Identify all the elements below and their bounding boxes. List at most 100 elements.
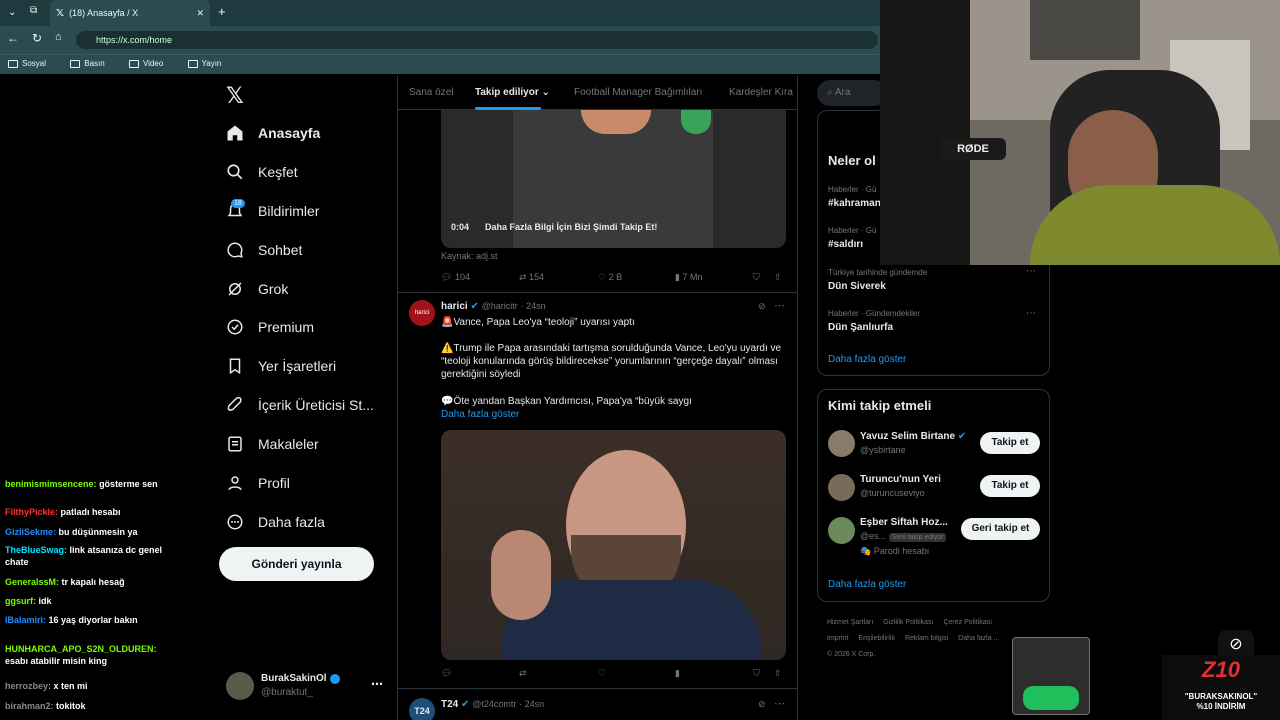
trend-item[interactable]: #saldırı xyxy=(828,239,863,250)
grok-icon[interactable]: ⊘ xyxy=(758,699,766,710)
nav-bookmarks[interactable]: Yer İşaretleri xyxy=(226,357,336,375)
repost-button[interactable]: ⇄ 154 xyxy=(519,272,544,283)
nav-articles[interactable]: Makaleler xyxy=(226,435,319,453)
bookmark-button[interactable]: ⛉ xyxy=(753,668,760,679)
footer-link[interactable]: Hizmet Şartları xyxy=(827,619,873,626)
x-logo-icon[interactable]: 𝕏 xyxy=(226,83,244,109)
tab-football-manager[interactable]: Football Manager Bağımlıları xyxy=(574,87,702,98)
tweet-video[interactable]: 0:04 Daha Fazla Bilgi İçin Bizi Şimdi Ta… xyxy=(441,110,786,248)
url-input[interactable]: https://x.com/home xyxy=(76,31,878,49)
home-icon[interactable]: ⌂ xyxy=(55,31,62,43)
chat-username[interactable]: herrozbey: xyxy=(5,681,51,691)
trend-item[interactable]: #kahraman xyxy=(828,198,881,209)
user-avatar[interactable] xyxy=(828,517,855,544)
follow-button[interactable]: Takip et xyxy=(980,432,1040,454)
show-more-link[interactable]: Daha fazla göster xyxy=(441,408,519,421)
back-icon[interactable]: ← xyxy=(7,31,19,45)
grok-icon[interactable]: ⊘ xyxy=(758,301,766,312)
folder-icon xyxy=(128,59,139,68)
user-avatar[interactable] xyxy=(828,430,855,457)
account-avatar[interactable] xyxy=(226,672,254,700)
close-tab-icon[interactable]: ✕ xyxy=(196,8,204,19)
chat-username[interactable]: GeneralssM: xyxy=(5,577,59,587)
bookmarks-bar: Sosyal Basın Video Yayın xyxy=(0,54,880,74)
footer-link[interactable]: Reklam bilgisi xyxy=(905,635,948,642)
video-timestamp: 0:04 xyxy=(451,222,470,232)
share-button[interactable]: ⇧ xyxy=(774,668,782,679)
share-button[interactable]: ⇧ xyxy=(774,272,782,283)
chat-username[interactable]: ggsurf: xyxy=(5,596,36,606)
chat-text: 16 yaş diyorlar bakın xyxy=(48,615,138,625)
bookmark-video[interactable]: Video xyxy=(128,59,163,68)
account-more-icon[interactable]: ⋯ xyxy=(371,677,383,691)
nav-home[interactable]: Anasayfa xyxy=(226,124,320,142)
chat-username[interactable]: TheBlueSwag: xyxy=(5,545,67,555)
user-name[interactable]: Eşber Siftah Hoz... xyxy=(860,517,948,528)
bookmark-yayin[interactable]: Yayın xyxy=(187,59,221,68)
trends-show-more[interactable]: Daha fazla göster xyxy=(828,354,906,365)
chat-username[interactable]: GizliSekme: xyxy=(5,527,56,537)
tweet-author[interactable]: T24 xyxy=(441,699,458,710)
new-tab-icon[interactable]: + xyxy=(218,4,226,19)
trend-more-icon[interactable]: ⋯ xyxy=(1026,266,1036,277)
repost-button[interactable]: ⇄ xyxy=(519,668,527,679)
user-avatar[interactable] xyxy=(828,474,855,501)
footer-link[interactable]: Erişilebilirlik xyxy=(858,635,895,642)
reply-button[interactable]: 💬︎ 104 xyxy=(441,272,470,283)
chat-username[interactable]: benimismimsencene: xyxy=(5,479,97,489)
tab-list-icon[interactable]: ⌄ xyxy=(8,7,16,18)
bookmark-basin[interactable]: Basın xyxy=(70,59,105,68)
nav-grok[interactable]: Grok xyxy=(226,280,288,298)
user-name[interactable]: Yavuz Selim Birtane ✔ xyxy=(860,431,966,442)
chat-text: idk xyxy=(38,596,52,606)
notification-badge: 18 xyxy=(231,199,245,208)
footer-link[interactable]: Gizlilik Politikası xyxy=(883,619,933,626)
tweet-more-icon[interactable]: ⋯ xyxy=(774,299,785,312)
nav-chat[interactable]: Sohbet xyxy=(226,241,302,259)
views-button[interactable]: ▮ 7 Mn xyxy=(675,272,702,283)
more-circle-icon xyxy=(227,514,243,530)
trend-category: Haberler · Gü xyxy=(828,185,877,194)
folder-icon xyxy=(70,59,81,68)
nav-profile[interactable]: Profil xyxy=(226,474,290,492)
workspaces-icon[interactable]: ⧉ xyxy=(30,5,37,16)
follow-button[interactable]: Takip et xyxy=(980,475,1040,497)
trend-more-icon[interactable]: ⋯ xyxy=(1026,308,1036,319)
tab-for-you[interactable]: Sana özel xyxy=(409,87,453,98)
tab-following[interactable]: Takip ediliyor ⌄ xyxy=(475,87,550,98)
views-button[interactable]: ▮ xyxy=(675,668,680,679)
t24-avatar[interactable]: T24 xyxy=(409,698,435,720)
like-button[interactable]: ♡ 2 B xyxy=(598,272,622,283)
tweet-author[interactable]: harici xyxy=(441,301,468,312)
chat-username[interactable]: birahman2: xyxy=(5,701,54,711)
trend-item[interactable]: Dün Siverek xyxy=(828,281,886,292)
chat-username[interactable]: IBalamiri: xyxy=(5,615,46,625)
bookmark-sosyal[interactable]: Sosyal xyxy=(8,59,46,68)
who-show-more[interactable]: Daha fazla göster xyxy=(828,579,906,590)
footer-link[interactable]: Çerez Politikası xyxy=(943,619,992,626)
nav-creator-studio[interactable]: İçerik Üreticisi St... xyxy=(226,396,374,414)
like-button[interactable]: ♡ xyxy=(598,668,606,679)
refresh-icon[interactable]: ↻ xyxy=(32,31,42,45)
tweet-image[interactable] xyxy=(441,430,786,660)
bookmark-button[interactable]: ⛉ xyxy=(753,272,760,283)
footer-link[interactable]: Daha fazla ... xyxy=(958,635,999,642)
trend-item[interactable]: Dün Şanlıurfa xyxy=(828,322,893,333)
tab-kardesler[interactable]: Kardeşler Kıra xyxy=(729,87,793,98)
search-input[interactable]: ⌕ Ara xyxy=(817,80,887,106)
chat-username[interactable]: FilthyPickle: xyxy=(5,507,58,517)
active-tab[interactable]: 𝕏 (18) Anasayfa / X ✕ xyxy=(50,0,210,26)
main-feed: Sana özel Takip ediliyor ⌄ Football Mana… xyxy=(397,76,798,720)
post-button[interactable]: Gönderi yayınla xyxy=(219,547,374,581)
nav-premium[interactable]: Premium xyxy=(226,318,314,336)
who-to-follow-title: Kimi takip etmeli xyxy=(828,398,932,413)
footer-link[interactable]: Imprint xyxy=(827,635,848,642)
user-name[interactable]: Turuncu'nun Yeri xyxy=(860,474,941,485)
nav-more[interactable]: Daha fazla xyxy=(226,513,325,531)
chat-username[interactable]: HUNHARCA_APO_S2N_OLDUREN: xyxy=(5,644,157,654)
tweet-more-icon[interactable]: ⋯ xyxy=(774,697,785,710)
harici-avatar[interactable]: harici xyxy=(409,300,435,326)
nav-explore[interactable]: Keşfet xyxy=(226,163,298,181)
follow-back-button[interactable]: Geri takip et xyxy=(961,518,1040,540)
reply-button[interactable]: 💬︎ xyxy=(441,668,452,679)
